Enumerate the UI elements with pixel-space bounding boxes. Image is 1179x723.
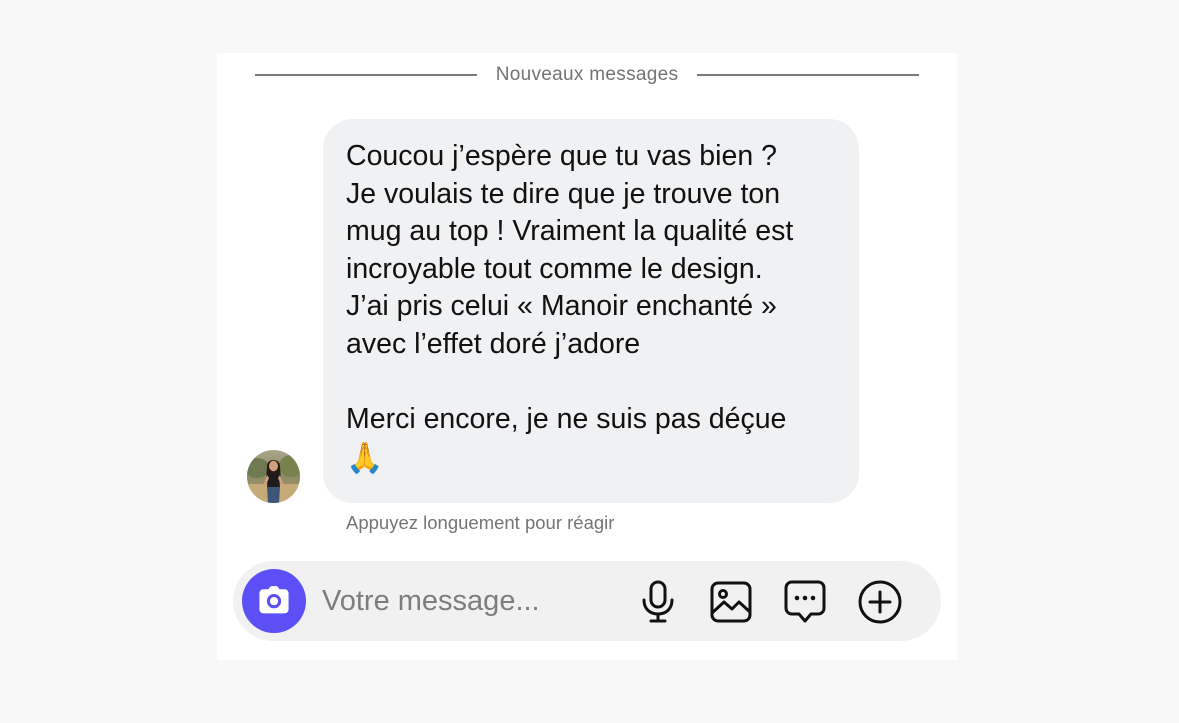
chat-bubble-icon: [784, 580, 826, 623]
microphone-icon: [642, 580, 674, 623]
add-button[interactable]: [857, 579, 903, 625]
image-icon: [710, 581, 752, 623]
camera-button[interactable]: [242, 569, 306, 633]
new-messages-divider: Nouveaux messages: [255, 63, 919, 87]
chat-button[interactable]: [782, 579, 828, 625]
divider-line-right: [697, 74, 919, 76]
plus-circle-icon: [858, 580, 902, 624]
avatar[interactable]: [247, 450, 300, 503]
message-bubble[interactable]: Coucou j’espère que tu vas bien ? Je vou…: [323, 119, 859, 503]
divider-line-left: [255, 74, 477, 76]
message-input[interactable]: [322, 579, 612, 623]
long-press-hint: Appuyez longuement pour réagir: [346, 512, 615, 533]
pray-emoji: 🙏: [346, 441, 384, 475]
avatar-photo: [247, 450, 300, 503]
new-messages-label: Nouveaux messages: [495, 64, 679, 85]
camera-icon: [259, 586, 289, 614]
message-text: Coucou j’espère que tu vas bien ? Je vou…: [346, 140, 794, 436]
image-button[interactable]: [708, 579, 754, 625]
message-composer: [233, 561, 941, 641]
microphone-button[interactable]: [635, 579, 681, 625]
conversation-panel: Nouveaux messages Coucou j’espère que tu…: [217, 53, 957, 660]
